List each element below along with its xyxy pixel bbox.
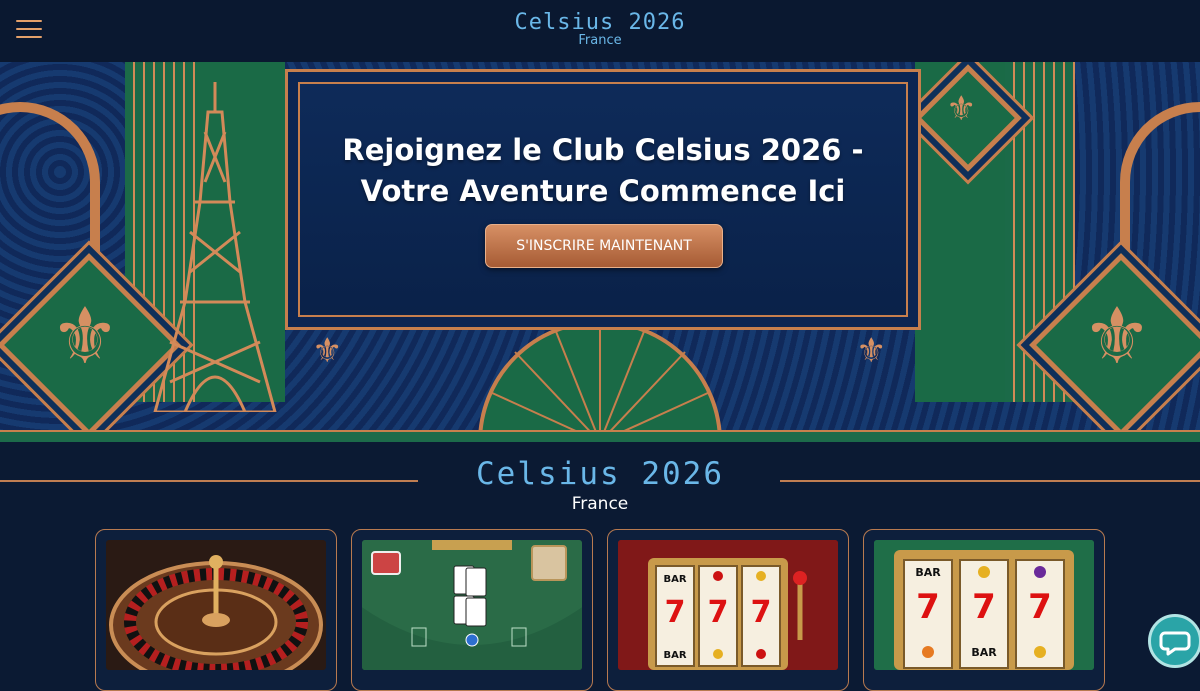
fleur-de-lis-icon: ⚜ — [50, 292, 120, 380]
svg-text:BAR: BAR — [663, 650, 686, 661]
svg-text:7: 7 — [1028, 587, 1052, 627]
hero-title: Rejoignez le Club Celsius 2026 - Votre A… — [288, 130, 918, 212]
svg-text:BAR: BAR — [915, 566, 941, 579]
section-title: Celsius 2026 — [476, 456, 724, 492]
svg-text:BAR: BAR — [971, 646, 997, 659]
chat-bubble-icon — [1159, 631, 1191, 656]
fleur-de-lis-icon: ⚜ — [312, 332, 343, 370]
hero-title-line-2: Votre Aventure Commence Ici — [360, 174, 846, 208]
svg-text:7: 7 — [916, 587, 940, 627]
slots-777-image: BAR 7 7 7 BAR — [874, 540, 1094, 670]
svg-text:7: 7 — [665, 595, 686, 630]
header-logo[interactable]: Celsius 2026 France — [0, 10, 1200, 48]
signup-button[interactable]: S'INSCRIRE MAINTENANT — [485, 224, 723, 268]
slot-machine-image: BAR 7 7 7 BAR — [618, 540, 838, 670]
eiffel-tower-icon — [153, 82, 277, 412]
svg-text:7: 7 — [972, 587, 996, 627]
roulette-game-card[interactable] — [95, 529, 337, 691]
fleur-de-lis-icon: ⚜ — [1082, 292, 1152, 380]
chat-button[interactable] — [1148, 614, 1200, 668]
hero-panel: Rejoignez le Club Celsius 2026 - Votre A… — [285, 69, 921, 330]
top-bar: Celsius 2026 France — [0, 0, 1200, 62]
blackjack-table-image — [362, 540, 582, 670]
section-subtitle: France — [571, 494, 629, 514]
hero-bottom-stripe — [0, 430, 1200, 442]
svg-text:BAR: BAR — [663, 574, 686, 585]
blackjack-game-card[interactable] — [351, 529, 593, 691]
svg-text:7: 7 — [708, 595, 729, 630]
header-logo-title: Celsius 2026 — [514, 10, 686, 35]
slot-machine-game-card[interactable]: BAR 7 7 7 BAR — [607, 529, 849, 691]
header-logo-subtitle: France — [578, 33, 622, 48]
roulette-wheel-image — [106, 540, 326, 670]
slots-777-game-card[interactable]: BAR 7 7 7 BAR — [863, 529, 1105, 691]
svg-text:7: 7 — [751, 595, 772, 630]
fleur-de-lis-icon: ⚜ — [946, 90, 977, 128]
hero-banner: ⚜ ⚜ ⚜ ⚜ ⚜ Rejoignez le Club Celsius 2026… — [0, 62, 1200, 442]
hero-title-line-1: Rejoignez le Club Celsius 2026 - — [342, 133, 864, 167]
section-heading: Celsius 2026 France — [0, 452, 1200, 522]
fleur-de-lis-icon: ⚜ — [856, 332, 887, 370]
